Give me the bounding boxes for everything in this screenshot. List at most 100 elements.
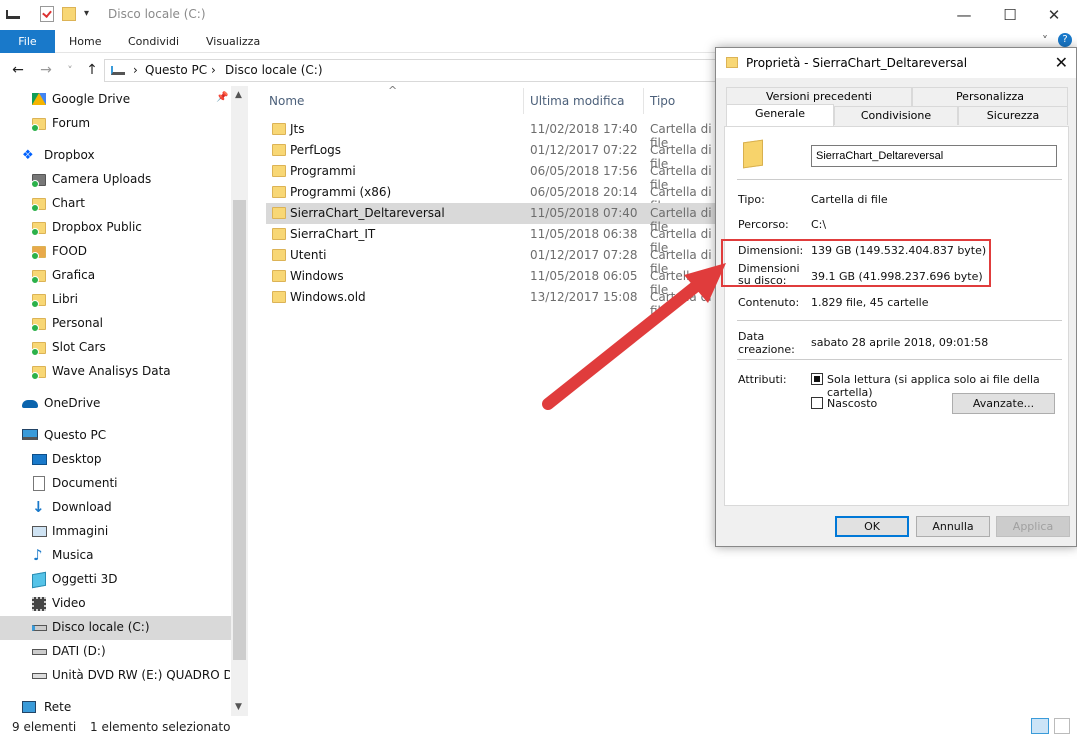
nav-item-documenti[interactable]: Documenti: [0, 472, 231, 496]
dialog-title: Proprietà - SierraChart_Deltareversal: [746, 56, 968, 70]
nav-item-chart[interactable]: Chart: [0, 192, 231, 216]
nav-item-food[interactable]: FOOD: [0, 240, 231, 264]
onedrive-icon: [22, 400, 38, 408]
breadcrumb-disco-locale[interactable]: Disco locale (C:): [225, 63, 323, 77]
tab-home[interactable]: Home: [69, 30, 101, 53]
pc-icon: [111, 66, 125, 75]
column-header-type[interactable]: Tipo: [650, 94, 675, 108]
file-list: ^ Nome Ultima modifica Tipo Jts 11/02/20…: [250, 84, 730, 716]
collapse-ribbon-icon[interactable]: ˅: [1042, 34, 1048, 48]
table-row[interactable]: Programmi 06/05/2018 17:56 Cartella di f…: [266, 161, 726, 192]
maximize-button[interactable]: ☐: [987, 0, 1033, 30]
folder-icon: [272, 249, 286, 261]
forward-button[interactable]: →: [36, 60, 56, 80]
recent-locations-button[interactable]: ˅: [60, 60, 80, 80]
contenuto-value: 1.829 file, 45 cartelle: [811, 296, 929, 309]
nav-item-download[interactable]: ↓ Download: [0, 496, 231, 520]
tab-view[interactable]: Visualizza: [206, 30, 260, 53]
back-button[interactable]: ←: [8, 60, 28, 80]
up-button[interactable]: ↑: [82, 60, 102, 80]
tab-file[interactable]: File: [0, 30, 55, 53]
nav-item-desktop[interactable]: Desktop: [0, 448, 231, 472]
window-title: Disco locale (C:): [108, 7, 206, 21]
nav-item-dvd-e[interactable]: Unità DVD RW (E:) QUADRO Driver: [0, 664, 231, 688]
folder-icon: [272, 270, 286, 282]
nav-item-disco-locale-c[interactable]: Disco locale (C:): [0, 616, 231, 640]
table-row[interactable]: Windows 11/05/2018 06:05 Cartella di fil…: [266, 266, 726, 297]
details-view-icon[interactable]: [1031, 718, 1049, 734]
nav-item-dati-d[interactable]: DATI (D:): [0, 640, 231, 664]
nav-item-google-drive[interactable]: Google Drive 📌: [0, 88, 231, 112]
table-row[interactable]: SierraChart_Deltareversal 11/05/2018 07:…: [266, 203, 726, 234]
new-folder-icon[interactable]: [62, 7, 76, 21]
folder-icon: [31, 366, 46, 380]
contenuto-label: Contenuto:: [738, 296, 800, 309]
nav-item-immagini[interactable]: Immagini: [0, 520, 231, 544]
customize-qat-icon[interactable]: ▾: [84, 8, 89, 19]
close-button[interactable]: ✕: [1031, 0, 1077, 30]
readonly-checkbox[interactable]: [811, 373, 823, 385]
nav-item-onedrive[interactable]: OneDrive: [0, 392, 231, 416]
scroll-down-icon[interactable]: ▼: [235, 702, 242, 712]
tab-sicurezza[interactable]: Sicurezza: [958, 106, 1068, 125]
folder-icon: [31, 342, 46, 356]
nav-item-slot-cars[interactable]: Slot Cars: [0, 336, 231, 360]
nav-item-personal[interactable]: Personal: [0, 312, 231, 336]
data-creazione-label: Data creazione:: [738, 330, 795, 356]
properties-icon[interactable]: [40, 6, 54, 22]
general-panel: Tipo: Cartella di file Percorso: C:\ Dim…: [724, 126, 1069, 506]
column-header-modified[interactable]: Ultima modifica: [530, 94, 625, 108]
minimize-button[interactable]: —: [941, 0, 987, 30]
drive-icon[interactable]: [6, 10, 20, 19]
folder-name-input[interactable]: [811, 145, 1057, 167]
dropbox-icon: ❖: [22, 148, 34, 163]
address-bar[interactable]: › Questo PC › Disco locale (C:): [104, 59, 724, 82]
column-header-name[interactable]: Nome: [269, 94, 304, 108]
tab-personalizza[interactable]: Personalizza: [912, 87, 1068, 106]
apply-button[interactable]: Applica: [996, 516, 1070, 537]
tab-generale[interactable]: Generale: [726, 104, 834, 126]
tab-condivisione[interactable]: Condivisione: [834, 106, 958, 125]
column-divider[interactable]: [643, 88, 644, 114]
video-icon: [32, 597, 46, 611]
advanced-button[interactable]: Avanzate...: [952, 393, 1055, 414]
table-row[interactable]: Programmi (x86) 06/05/2018 20:14 Cartell…: [266, 182, 726, 213]
folder-icon: [272, 207, 286, 219]
help-icon[interactable]: ?: [1058, 33, 1072, 47]
download-icon: ↓: [32, 498, 45, 516]
desktop-icon: [32, 454, 47, 465]
documents-icon: [33, 476, 45, 491]
nav-item-dropbox-public[interactable]: Dropbox Public: [0, 216, 231, 240]
nav-item-camera-uploads[interactable]: Camera Uploads: [0, 168, 231, 192]
pictures-icon: [32, 526, 47, 537]
scroll-up-icon[interactable]: ▲: [235, 90, 242, 100]
tab-share[interactable]: Condividi: [128, 30, 179, 53]
column-divider[interactable]: [523, 88, 524, 114]
camera-icon: [31, 174, 46, 188]
nav-item-dropbox[interactable]: ❖ Dropbox: [0, 144, 231, 168]
nav-item-wave-analisys-data[interactable]: Wave Analisys Data: [0, 360, 231, 384]
nav-item-libri[interactable]: Libri: [0, 288, 231, 312]
nav-item-questo-pc[interactable]: Questo PC: [0, 424, 231, 448]
nav-scroll-thumb[interactable]: [233, 200, 246, 660]
ok-button[interactable]: OK: [835, 516, 909, 537]
nav-item-forum[interactable]: Forum: [0, 112, 231, 136]
cancel-button[interactable]: Annulla: [916, 516, 990, 537]
nav-item-oggetti-3d[interactable]: Oggetti 3D: [0, 568, 231, 592]
large-icons-view-icon[interactable]: [1054, 718, 1070, 734]
nav-item-grafica[interactable]: Grafica: [0, 264, 231, 288]
nav-item-musica[interactable]: ♪ Musica: [0, 544, 231, 568]
dimensioni-disco-label: Dimensioni su disco:: [738, 262, 800, 287]
hidden-checkbox[interactable]: [811, 397, 823, 409]
pin-icon[interactable]: 📌: [216, 92, 228, 103]
table-row[interactable]: PerfLogs 01/12/2017 07:22 Cartella di fi…: [266, 140, 726, 171]
dialog-close-button[interactable]: ✕: [1055, 53, 1068, 72]
tipo-label: Tipo:: [738, 193, 765, 206]
dimensioni-label: Dimensioni:: [738, 244, 804, 257]
table-row[interactable]: Jts 11/02/2018 17:40 Cartella di file: [266, 119, 726, 150]
nav-item-video[interactable]: Video: [0, 592, 231, 616]
table-row[interactable]: SierraChart_IT 11/05/2018 06:38 Cartella…: [266, 224, 726, 255]
table-row[interactable]: Utenti 01/12/2017 07:28 Cartella di file: [266, 245, 726, 276]
table-row[interactable]: Windows.old 13/12/2017 15:08 Cartella di…: [266, 287, 726, 318]
breadcrumb-questo-pc[interactable]: Questo PC: [145, 63, 207, 77]
